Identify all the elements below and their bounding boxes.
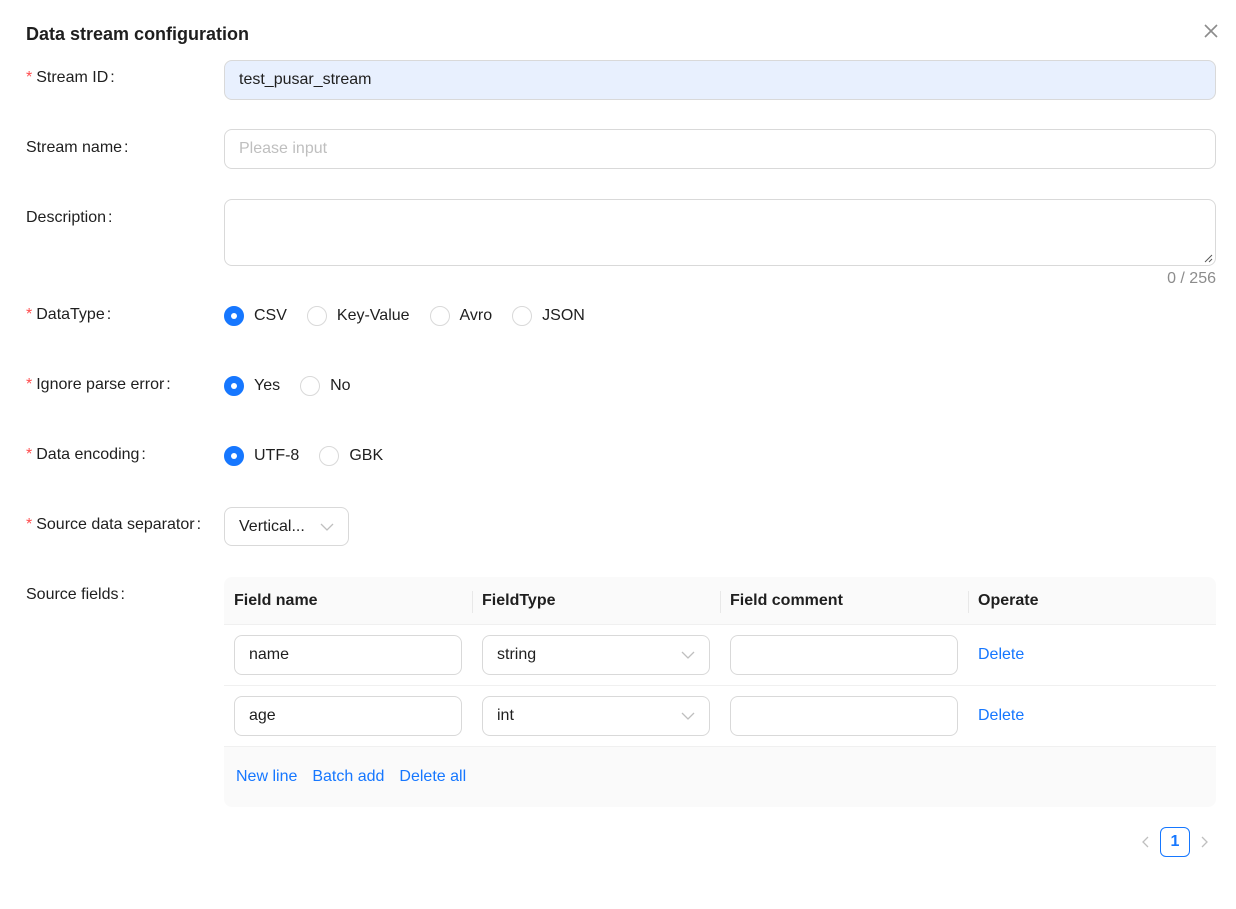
field-name-input[interactable]: name	[234, 635, 462, 675]
radio-no[interactable]: No	[300, 376, 351, 396]
radio-checked-icon	[224, 446, 244, 466]
modal-title: Data stream configuration	[26, 24, 250, 44]
field-type-select[interactable]: int	[482, 696, 710, 736]
ignore-parse-error-radio-group: Yes No	[224, 376, 371, 396]
radio-unchecked-icon	[512, 306, 533, 326]
source-fields-table: Field name FieldType Field comment Opera…	[224, 577, 1216, 807]
required-mark: *	[26, 446, 33, 463]
stream-id-label: * Stream ID:	[26, 69, 115, 86]
batch-add-button[interactable]: Batch add	[312, 768, 384, 786]
column-header: Field comment	[720, 577, 968, 625]
datatype-label: * DataType:	[26, 306, 112, 323]
radio-unchecked-icon	[300, 376, 321, 396]
datatype-radio-group: CSV Key-Value Avro JSON	[224, 306, 605, 326]
field-name-input[interactable]: age	[234, 696, 462, 736]
pagination: 1	[1132, 827, 1218, 857]
new-line-button[interactable]: New line	[236, 768, 297, 786]
page-1-button[interactable]: 1	[1160, 827, 1190, 857]
source-separator-select[interactable]: Vertical...	[224, 507, 349, 546]
source-fields-label: Source fields:	[26, 586, 125, 603]
radio-yes[interactable]: Yes	[224, 376, 280, 396]
table-row: name string Delete	[224, 625, 1216, 686]
ignore-parse-error-label: * Ignore parse error:	[26, 376, 171, 393]
radio-utf8[interactable]: UTF-8	[224, 446, 299, 466]
field-comment-input[interactable]	[730, 635, 958, 675]
column-header: FieldType	[472, 577, 720, 625]
radio-gbk[interactable]: GBK	[319, 446, 383, 466]
required-mark: *	[26, 516, 33, 533]
description-label: Description:	[26, 209, 113, 226]
radio-key-value[interactable]: Key-Value	[306, 306, 410, 326]
stream-id-input[interactable]: test_pusar_stream	[224, 60, 1216, 100]
resize-handle-icon[interactable]	[1203, 253, 1213, 263]
column-header: Field name	[234, 591, 318, 609]
radio-checked-icon	[224, 306, 244, 326]
required-mark: *	[26, 306, 33, 323]
radio-csv[interactable]: CSV	[224, 306, 287, 326]
chevron-down-icon	[681, 651, 695, 659]
close-icon	[1204, 24, 1218, 38]
chevron-right-icon[interactable]	[1196, 834, 1212, 850]
description-counter: 0 / 256	[1167, 270, 1216, 287]
chevron-down-icon	[681, 712, 695, 720]
required-mark: *	[26, 69, 33, 86]
radio-unchecked-icon	[429, 306, 450, 326]
field-type-select[interactable]: string	[482, 635, 710, 675]
table-footer: New line Batch add Delete all	[224, 747, 1216, 807]
radio-checked-icon	[224, 376, 244, 396]
column-header: Operate	[968, 577, 1216, 625]
delete-row-button[interactable]: Delete	[978, 646, 1024, 664]
description-textarea[interactable]	[224, 199, 1216, 266]
radio-unchecked-icon	[319, 446, 340, 466]
radio-json[interactable]: JSON	[512, 306, 585, 326]
radio-avro[interactable]: Avro	[429, 306, 492, 326]
table-row: age int Delete	[224, 686, 1216, 747]
stream-name-input[interactable]: Please input	[224, 129, 1216, 169]
data-encoding-radio-group: UTF-8 GBK	[224, 446, 403, 466]
field-comment-input[interactable]	[730, 696, 958, 736]
radio-unchecked-icon	[306, 306, 327, 326]
data-encoding-label: * Data encoding:	[26, 446, 146, 463]
close-button[interactable]	[1200, 20, 1222, 42]
delete-all-button[interactable]: Delete all	[399, 768, 466, 786]
stream-name-label: Stream name:	[26, 139, 129, 156]
table-header: Field name FieldType Field comment Opera…	[224, 577, 1216, 625]
chevron-left-icon[interactable]	[1138, 834, 1154, 850]
required-mark: *	[26, 376, 33, 393]
chevron-down-icon	[320, 523, 334, 531]
source-separator-label: * Source data separator:	[26, 516, 202, 533]
delete-row-button[interactable]: Delete	[978, 707, 1024, 725]
